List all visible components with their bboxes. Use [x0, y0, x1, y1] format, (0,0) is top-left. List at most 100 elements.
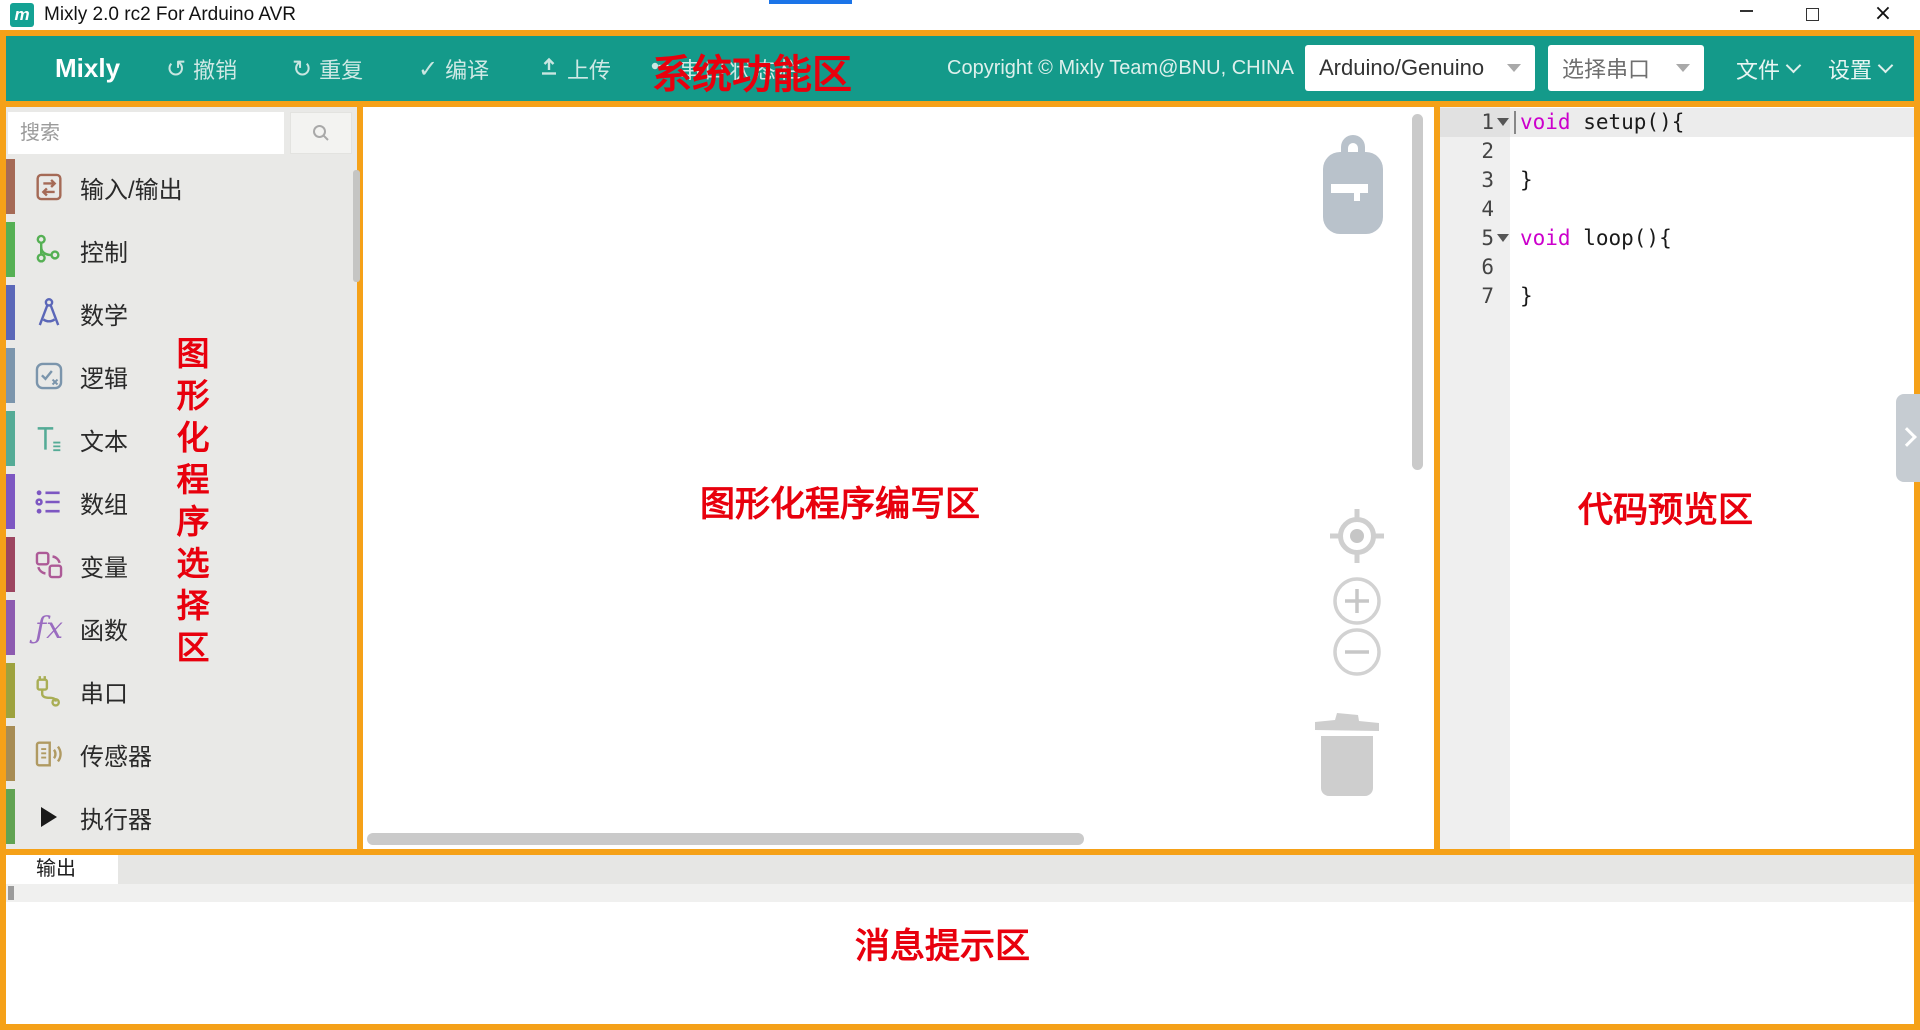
redo-label: 重复	[319, 53, 363, 85]
search-icon	[310, 122, 332, 144]
undo-label: 撤销	[193, 53, 237, 85]
menu-file[interactable]: 文件	[1736, 36, 1799, 101]
menu-file-label: 文件	[1736, 53, 1780, 85]
line-number: 5	[1440, 224, 1494, 253]
canvas-vertical-scrollbar[interactable]	[1412, 114, 1423, 470]
category-row[interactable]: 数组	[6, 470, 357, 533]
block-palette-sidebar: 输入/输出 控制 数学	[6, 107, 357, 849]
logic-check-icon	[30, 357, 68, 395]
backpack-icon[interactable]	[1322, 135, 1384, 240]
category-row[interactable]: 控制	[6, 218, 357, 281]
zoom-reset-target-icon[interactable]	[1327, 506, 1387, 571]
category-color-bar	[6, 411, 15, 466]
array-list-icon	[30, 483, 68, 521]
menu-settings-label: 设置	[1828, 53, 1872, 85]
minimize-button[interactable]	[1729, 4, 1763, 26]
line-number: 3	[1440, 166, 1494, 195]
category-row[interactable]: 输入/输出	[6, 155, 357, 218]
blockly-workspace[interactable]: 图形化程序编写区	[363, 107, 1434, 849]
undo-button[interactable]: ↺ 撤销	[166, 36, 237, 101]
category-row[interactable]: 数学	[6, 281, 357, 344]
chevron-down-icon	[1878, 58, 1894, 74]
category-color-bar	[6, 348, 15, 403]
zoom-in-button[interactable]	[1332, 576, 1382, 631]
port-select[interactable]: 选择串口	[1548, 45, 1704, 91]
category-row[interactable]: 传感器	[6, 722, 357, 785]
redo-button[interactable]: ↻ 重复	[292, 36, 363, 101]
port-caret-icon	[1676, 64, 1690, 72]
variable-swap-icon	[30, 546, 68, 584]
tab-output[interactable]: 输出	[6, 855, 118, 884]
compile-check-icon: ✓	[418, 55, 438, 83]
category-label: 数学	[80, 296, 128, 331]
menu-settings[interactable]: 设置	[1828, 36, 1891, 101]
category-color-bar	[6, 726, 15, 781]
category-row[interactable]: 文本	[6, 407, 357, 470]
category-label: 串口	[80, 674, 128, 709]
port-select-value: 选择串口	[1562, 52, 1650, 84]
output-scroll-strip	[6, 884, 1914, 902]
search-input[interactable]	[8, 112, 284, 154]
upload-button[interactable]: 上传	[538, 36, 611, 101]
category-color-bar	[6, 663, 15, 718]
category-color-bar	[6, 789, 15, 844]
upload-label: 上传	[567, 53, 611, 85]
code-line: }	[1520, 282, 1533, 311]
upload-icon	[538, 55, 560, 83]
category-row[interactable]: 逻辑	[6, 344, 357, 407]
category-row[interactable]: 执行器	[6, 785, 357, 848]
chevron-down-icon	[1786, 58, 1802, 74]
category-row[interactable]: ƒx 函数	[6, 596, 357, 659]
line-number: 7	[1440, 282, 1494, 311]
line-number: 2	[1440, 137, 1494, 166]
category-color-bar	[6, 474, 15, 529]
fold-arrow-icon[interactable]	[1497, 234, 1509, 242]
search-button[interactable]	[290, 112, 352, 154]
mixly-logo-icon: m	[10, 3, 34, 27]
math-compass-icon	[30, 294, 68, 332]
compile-button[interactable]: ✓ 编译	[418, 36, 489, 101]
fold-arrow-icon[interactable]	[1497, 118, 1509, 126]
minimize-icon	[1740, 10, 1753, 12]
code-line: void loop(){	[1520, 224, 1672, 253]
serial-status-button[interactable]: 串口状态栏	[650, 36, 804, 101]
annotation-canvas-area: 图形化程序编写区	[700, 476, 980, 527]
redo-icon: ↻	[292, 55, 312, 83]
close-icon: ×	[1874, 1, 1892, 26]
code-preview-panel[interactable]: 1 2 3 4 5 6 7 void setup(){ } void loop(…	[1440, 107, 1914, 849]
output-scrollbar[interactable]	[8, 886, 14, 900]
canvas-horizontal-scrollbar[interactable]	[367, 833, 1084, 845]
category-label: 传感器	[80, 737, 152, 772]
window-title: Mixly 2.0 rc2 For Arduino AVR	[44, 3, 296, 27]
line-number: 6	[1440, 253, 1494, 282]
serial-status-icon	[650, 55, 672, 83]
text-T-icon	[30, 420, 68, 458]
serial-plug-icon	[30, 672, 68, 710]
category-color-bar	[6, 285, 15, 340]
board-caret-icon	[1507, 64, 1521, 72]
zoom-out-button[interactable]	[1332, 627, 1382, 682]
control-branch-icon	[30, 231, 68, 269]
category-row[interactable]: 变量	[6, 533, 357, 596]
region-border-bottom	[0, 1024, 1920, 1030]
chevron-right-icon	[1897, 427, 1917, 447]
trash-icon[interactable]	[1313, 708, 1381, 803]
category-label: 数组	[80, 485, 128, 520]
line-number: 1	[1440, 108, 1494, 137]
close-button[interactable]: ×	[1866, 4, 1900, 26]
category-label: 控制	[80, 233, 128, 268]
category-label: 函数	[80, 611, 128, 646]
category-row[interactable]: 串口	[6, 659, 357, 722]
code-panel-expand-tab[interactable]	[1896, 394, 1920, 482]
input-output-icon	[30, 168, 68, 206]
category-label: 执行器	[80, 800, 152, 835]
title-bar: m Mixly 2.0 rc2 For Arduino AVR ×	[0, 0, 1920, 30]
board-select[interactable]: Arduino/Genuino	[1305, 45, 1535, 91]
mixly-window: m Mixly 2.0 rc2 For Arduino AVR × Mixly …	[0, 0, 1920, 1030]
category-color-bar	[6, 537, 15, 592]
mixly-brand[interactable]: Mixly	[55, 36, 120, 101]
undo-icon: ↺	[166, 55, 186, 83]
code-line: }	[1520, 166, 1533, 195]
maximize-button[interactable]	[1795, 4, 1829, 26]
copyright-text: Copyright © Mixly Team@BNU, CHINA	[947, 36, 1294, 101]
